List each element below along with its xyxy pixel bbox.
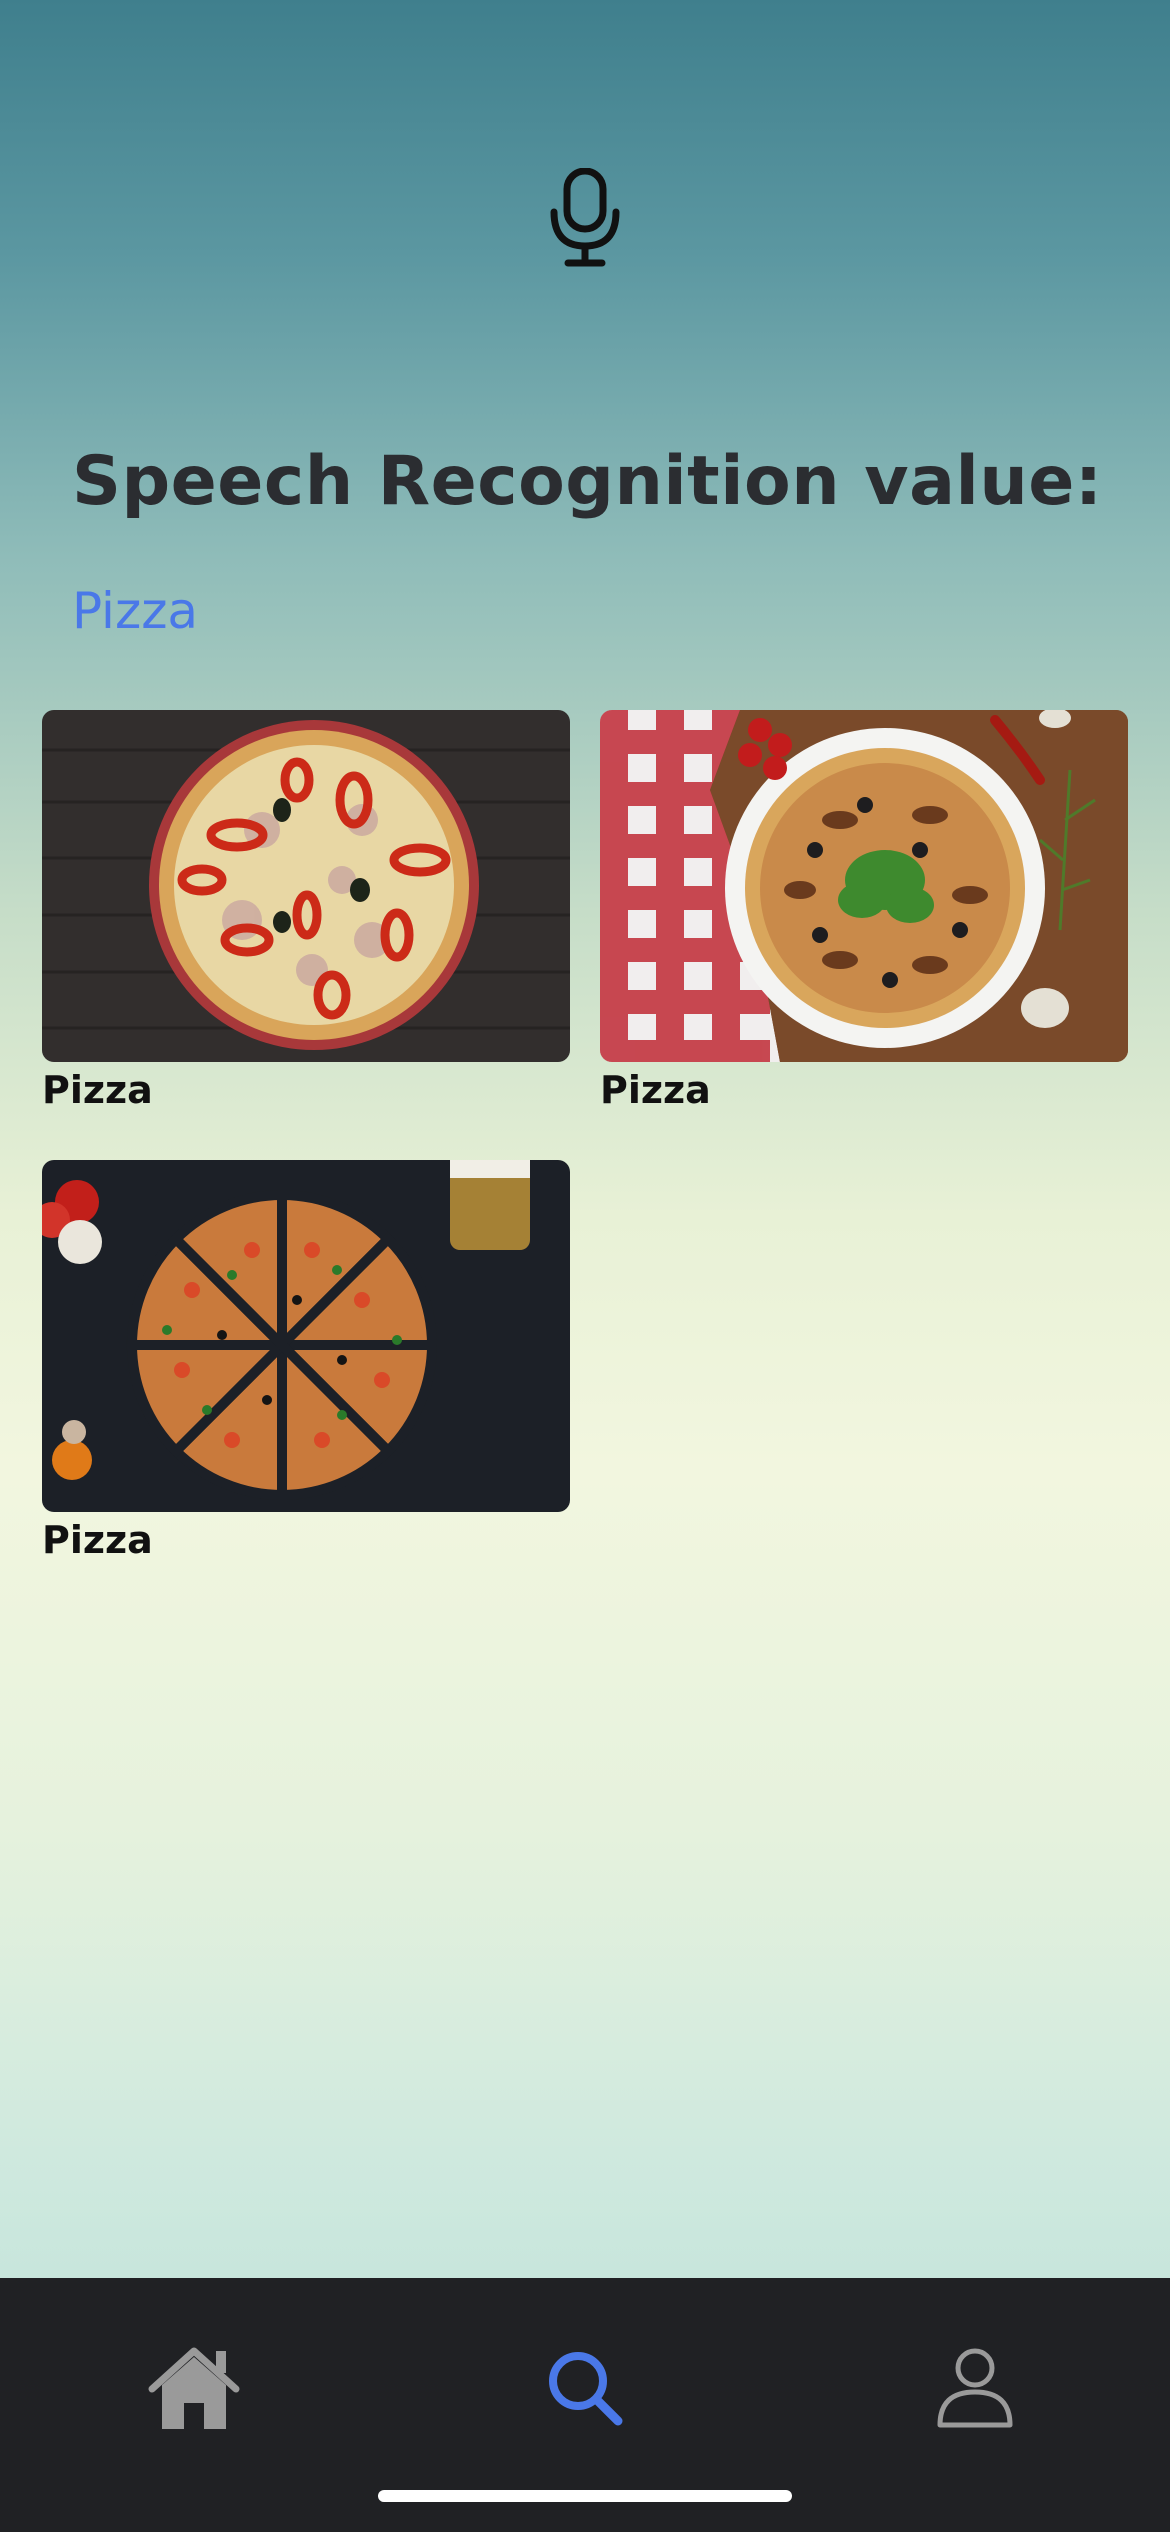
tab-home[interactable] (114, 2308, 274, 2468)
page-title: Speech Recognition value: (72, 442, 1103, 521)
result-label: Pizza (42, 1518, 153, 1562)
microphone-icon[interactable] (548, 168, 622, 268)
home-indicator (378, 2490, 792, 2502)
tab-profile[interactable] (895, 2308, 1055, 2468)
result-card[interactable]: Pizza (600, 710, 1128, 1112)
result-card[interactable]: Pizza (42, 1160, 570, 1562)
result-label: Pizza (600, 1068, 711, 1112)
home-icon (148, 2347, 240, 2429)
result-card[interactable]: Pizza (42, 710, 570, 1112)
result-label: Pizza (42, 1068, 153, 1112)
pizza-image (600, 710, 1128, 1062)
user-icon (937, 2348, 1013, 2428)
tab-search[interactable] (505, 2308, 665, 2468)
pizza-image (42, 710, 570, 1062)
pizza-image (42, 1160, 570, 1512)
recognized-value: Pizza (72, 582, 199, 640)
search-icon (549, 2352, 623, 2426)
